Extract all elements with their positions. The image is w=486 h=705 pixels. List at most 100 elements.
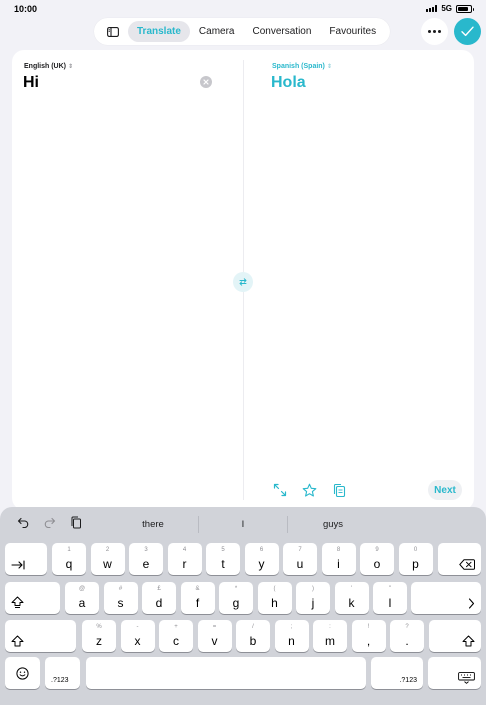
numbers-key-right[interactable]: .?123 [371, 657, 423, 689]
key-g[interactable]: * g [219, 582, 253, 614]
tab-conversation[interactable]: Conversation [244, 21, 321, 42]
key-h[interactable]: (h [257, 582, 292, 614]
more-options-button[interactable] [421, 18, 448, 45]
key-b[interactable]: / b [236, 620, 270, 652]
copy-button[interactable] [330, 481, 348, 499]
onscreen-keyboard: there I guys 1q2w3e4r5t6y7u8i9o0p @ a # s £ d… [0, 507, 486, 705]
key-label: , [366, 634, 371, 648]
target-language-label: Spanish (Spain) [272, 63, 325, 70]
key-label: m [325, 634, 335, 648]
ellipsis-icon [428, 30, 431, 33]
key-period[interactable]: ?. [390, 620, 424, 652]
key-j[interactable]: ) j [296, 582, 330, 614]
delete-backward-icon [459, 559, 475, 570]
key-label: q [65, 557, 73, 571]
key-label: h [271, 596, 278, 610]
suggestion-item[interactable]: I [203, 519, 283, 530]
key-v[interactable]: = v [197, 620, 232, 652]
key-label: k [348, 596, 355, 610]
sidebar-toggle-button[interactable] [98, 21, 128, 42]
star-icon [302, 483, 316, 497]
key-e[interactable]: 3e [129, 543, 163, 575]
swap-arrows-icon [239, 278, 247, 286]
numbers-key-label: .?123 [51, 677, 69, 684]
source-text-input[interactable]: Hi [23, 74, 39, 92]
key-label: d [155, 596, 163, 610]
shift-key-left[interactable] [5, 620, 76, 652]
tab-key[interactable] [5, 543, 47, 575]
clear-text-button[interactable] [200, 76, 212, 88]
key-p[interactable]: 0p [398, 543, 433, 575]
mode-tab-bar: Translate Camera Conversation Favourites [94, 18, 390, 45]
key-w[interactable]: 2w [90, 543, 125, 575]
key-hint: 7 [298, 547, 302, 553]
signal-icon [426, 5, 438, 12]
emoji-icon [16, 666, 29, 680]
key-comma[interactable]: !, [351, 620, 386, 652]
space-bar[interactable] [86, 657, 366, 689]
key-l[interactable]: " l [373, 582, 407, 614]
tab-translate[interactable]: Translate [128, 21, 190, 42]
undo-button[interactable] [16, 515, 30, 529]
key-f[interactable]: & f [180, 582, 215, 614]
updown-chevron-icon: ⇕ [67, 64, 73, 70]
suggestion-item[interactable]: guys [293, 519, 373, 530]
target-language-selector[interactable]: Spanish (Spain) ⇕ [272, 63, 332, 70]
key-q[interactable]: 1q [52, 543, 86, 575]
undo-icon [17, 517, 28, 528]
key-label: v [211, 634, 218, 648]
key-k[interactable]: ' k [334, 582, 369, 614]
done-button[interactable] [454, 18, 481, 45]
backspace-key[interactable] [438, 543, 481, 575]
key-label: p [412, 557, 419, 571]
key-r[interactable]: 4r [167, 543, 202, 575]
key-d[interactable]: £ d [142, 582, 176, 614]
key-s[interactable]: # s [103, 582, 138, 614]
key-o[interactable]: 9o [360, 543, 394, 575]
favourite-button[interactable] [300, 481, 318, 499]
key-a[interactable]: @ a [65, 582, 99, 614]
shift-key-right[interactable] [429, 620, 481, 652]
source-language-selector[interactable]: English (UK) ⇕ [24, 63, 73, 70]
fullscreen-button[interactable] [271, 481, 289, 499]
return-key[interactable] [411, 582, 481, 614]
key-hint: # [118, 586, 123, 592]
key-hint: £ [157, 586, 161, 592]
key-hint: 3 [144, 547, 148, 553]
key-hint: % [96, 624, 102, 630]
key-hint: ) [312, 586, 314, 592]
key-label: x [134, 634, 141, 648]
key-hint: ! [367, 624, 370, 630]
key-hint: + [174, 624, 178, 630]
key-label: w [103, 557, 112, 571]
suggestion-item[interactable]: there [113, 519, 193, 530]
key-hint: 6 [259, 547, 264, 553]
hide-keyboard-key[interactable] [428, 657, 481, 689]
key-t[interactable]: 5t [206, 543, 240, 575]
key-x[interactable]: -x [120, 620, 155, 652]
key-hint: : [329, 624, 331, 630]
key-n[interactable]: ; n [274, 620, 309, 652]
emoji-key[interactable] [5, 657, 40, 689]
tab-favourites[interactable]: Favourites [320, 21, 385, 42]
key-y[interactable]: 6y [244, 543, 279, 575]
next-button[interactable]: Next [428, 480, 462, 500]
redo-button[interactable] [42, 515, 56, 529]
shift-icon [11, 635, 24, 647]
suggestion-separator [287, 516, 288, 533]
key-label: . [405, 634, 409, 648]
key-z[interactable]: % z [82, 620, 116, 652]
swap-languages-button[interactable] [233, 272, 253, 292]
key-i[interactable]: 8i [321, 543, 356, 575]
key-c[interactable]: + c [159, 620, 193, 652]
key-m[interactable]: :m [313, 620, 347, 652]
key-label: i [337, 557, 340, 571]
key-label: u [296, 557, 304, 571]
key-hint: 9 [375, 547, 379, 553]
tab-camera[interactable]: Camera [190, 21, 244, 42]
key-hint: & [195, 586, 200, 592]
paste-button[interactable] [69, 515, 83, 529]
key-u[interactable]: 7u [283, 543, 317, 575]
numbers-key-left[interactable]: .?123 [45, 657, 80, 689]
caps-lock-key[interactable] [5, 582, 60, 614]
